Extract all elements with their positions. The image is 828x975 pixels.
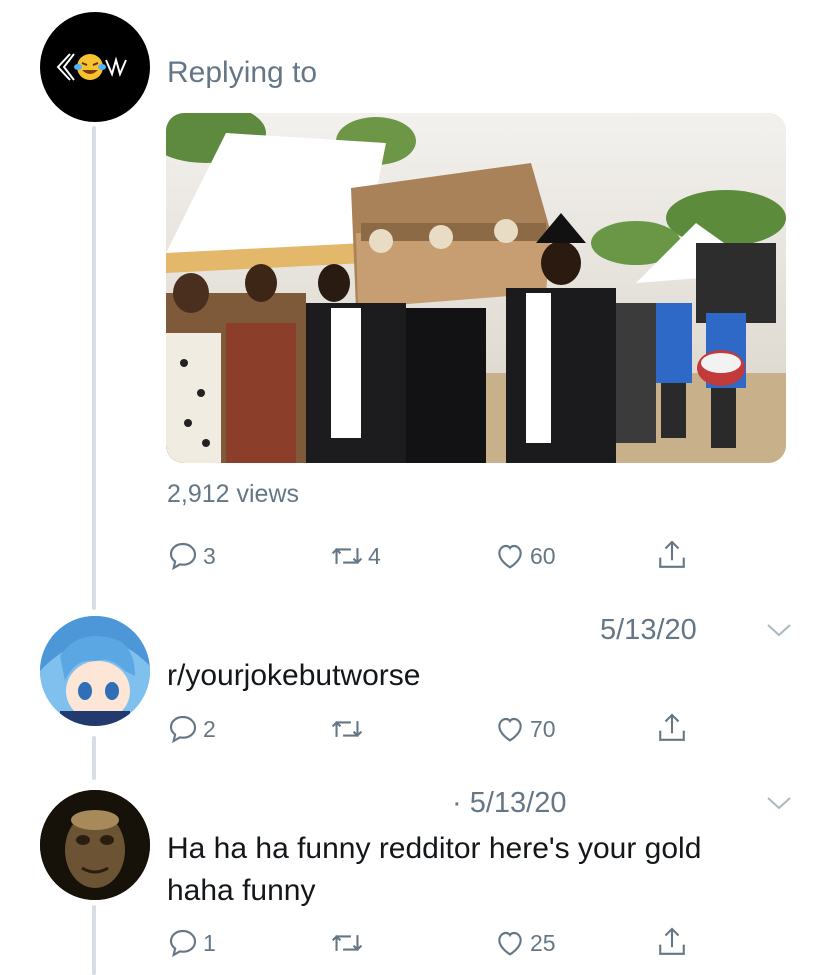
- thread-line: [92, 126, 96, 610]
- video-thumbnail-image: [166, 113, 786, 463]
- tweet-text-line: haha funny: [167, 874, 316, 907]
- thread-line: [92, 905, 96, 975]
- reply-icon: [169, 929, 197, 958]
- retweet-count: 4: [368, 542, 381, 569]
- reply-button[interactable]: 2: [167, 713, 216, 745]
- tweet-text-line: Ha ha ha funny redditor here's your gold: [167, 832, 702, 865]
- retweet-icon: [331, 934, 363, 952]
- heart-icon: [498, 931, 522, 956]
- chevron-down-icon[interactable]: [765, 793, 793, 818]
- share-icon: [659, 927, 685, 955]
- view-count: 2,912 views: [167, 480, 300, 508]
- laugh-emoji-logo-icon: [56, 53, 127, 81]
- tweet-text: Ha ha ha funny redditor here's your gold…: [167, 828, 701, 912]
- like-button[interactable]: 70: [494, 713, 556, 745]
- replying-to[interactable]: Replying to: [167, 52, 317, 94]
- reply-icon: [169, 542, 197, 571]
- reply-count: 1: [203, 929, 216, 956]
- share-button[interactable]: [656, 538, 688, 572]
- tweet-date: · 5/13/20: [452, 787, 567, 819]
- like-count: 25: [530, 929, 556, 956]
- heart-icon: [498, 544, 522, 569]
- retweet-icon: [331, 547, 363, 565]
- reply-count: 3: [203, 542, 216, 569]
- tweet-date: 5/13/20: [600, 614, 697, 646]
- retweet-button[interactable]: [330, 927, 368, 959]
- retweet-icon: [331, 720, 363, 738]
- retweet-button[interactable]: [330, 713, 368, 745]
- user-avatar[interactable]: [40, 616, 150, 726]
- reply-icon: [169, 715, 197, 744]
- anime-avatar-image: [40, 616, 150, 726]
- tweet-text: r/yourjokebutworse: [167, 659, 421, 692]
- share-icon: [659, 713, 685, 741]
- like-count: 60: [530, 542, 556, 569]
- share-icon: [659, 540, 685, 568]
- like-count: 70: [530, 715, 556, 742]
- like-button[interactable]: 60: [494, 540, 556, 572]
- share-button[interactable]: [656, 925, 688, 959]
- retweet-button[interactable]: 4: [330, 540, 381, 572]
- thread-line: [92, 736, 96, 780]
- media-video[interactable]: [166, 113, 786, 463]
- user-avatar[interactable]: [40, 790, 150, 900]
- chevron-down-icon[interactable]: [765, 620, 793, 645]
- like-button[interactable]: 25: [494, 927, 556, 959]
- reply-count: 2: [203, 715, 216, 742]
- dark-portrait-avatar-image: [40, 790, 150, 900]
- replying-to-label: Replying to: [167, 56, 318, 89]
- user-avatar[interactable]: [40, 12, 150, 122]
- reply-button[interactable]: 3: [167, 540, 216, 572]
- heart-icon: [498, 717, 522, 742]
- share-button[interactable]: [656, 711, 688, 745]
- reply-button[interactable]: 1: [167, 927, 216, 959]
